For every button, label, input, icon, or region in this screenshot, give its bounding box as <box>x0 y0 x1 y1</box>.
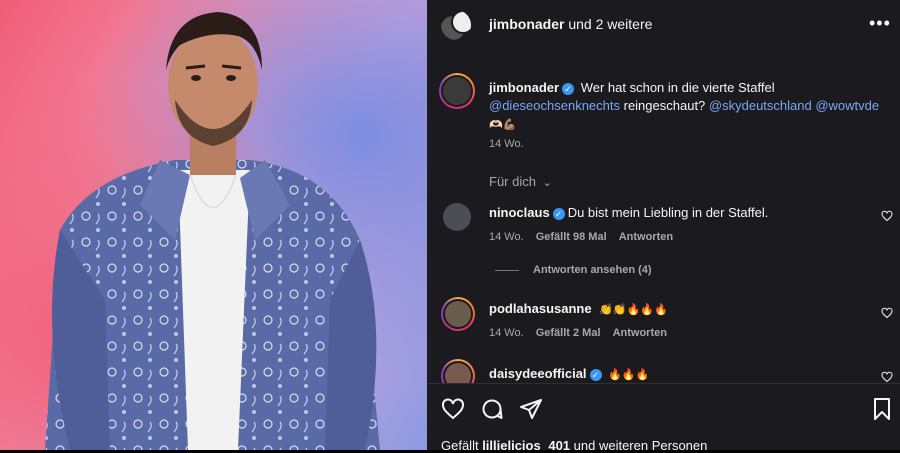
comment-text: 🔥🔥🔥 <box>608 369 650 381</box>
likes-suffix: und weiteren Personen <box>570 438 708 453</box>
post-image[interactable] <box>0 0 427 450</box>
comment-time[interactable]: 14 Wo. <box>489 327 524 339</box>
header-title[interactable]: jimbonader und 2 weitere <box>489 16 652 32</box>
comment-sort-dropdown[interactable]: Für dich ⌄ <box>489 174 552 189</box>
reply-button[interactable]: Antworten <box>613 327 667 339</box>
replies-line <box>495 269 519 271</box>
post-header: jimbonader und 2 weitere ••• <box>427 0 900 48</box>
header-username[interactable]: jimbonader <box>489 16 564 32</box>
likes-summary[interactable]: Gefällt lillielicios 401 und weiteren Pe… <box>441 438 707 453</box>
mention-link[interactable]: @skydeutschland <box>709 98 812 113</box>
comment-likes[interactable]: Gefällt 98 Mal <box>536 231 607 243</box>
caption-avatar[interactable] <box>439 73 475 109</box>
caption-line2: reingeschaut? <box>620 98 709 113</box>
more-horizontal-icon[interactable]: ••• <box>869 14 891 32</box>
comment-meta: 14 Wo. Gefällt 2 Mal Antworten <box>489 327 667 339</box>
verified-badge-icon: ✓ <box>589 368 602 381</box>
caption-username[interactable]: jimbonader <box>489 80 559 95</box>
post-sidebar: jimbonader und 2 weitere ••• jimbonader ✓… <box>427 0 900 453</box>
comment-avatar[interactable] <box>441 297 475 331</box>
comment-body: podlahasusanne 👏👏🔥🔥🔥 <box>489 301 668 316</box>
like-comment-heart-icon[interactable] <box>881 371 893 383</box>
reply-button[interactable]: Antworten <box>619 231 673 243</box>
comment-username[interactable]: ninoclaus <box>489 205 550 220</box>
like-comment-heart-icon[interactable] <box>881 307 893 319</box>
heart-icon[interactable] <box>441 397 465 421</box>
header-collab-text[interactable]: und 2 weitere <box>564 16 652 32</box>
mention-link[interactable]: @dieseochsenknechts <box>489 98 620 113</box>
likes-count[interactable]: 401 <box>548 438 570 453</box>
comment-username[interactable]: podlahasusanne <box>489 301 592 316</box>
comment-body: daisydeeofficial ✓ 🔥🔥🔥 <box>489 366 649 381</box>
comment-likes[interactable]: Gefällt 2 Mal <box>536 327 601 339</box>
share-icon[interactable] <box>519 397 543 421</box>
mention-link[interactable]: @wowtvde <box>812 98 879 113</box>
comment-meta: 14 Wo. Gefällt 98 Mal Antworten <box>489 231 673 243</box>
comment-username[interactable]: daisydeeofficial <box>489 366 587 381</box>
view-replies-label: Antworten ansehen (4) <box>533 264 652 276</box>
collab-avatar[interactable] <box>441 10 471 40</box>
divider <box>427 383 900 384</box>
comment-time[interactable]: 14 Wo. <box>489 231 524 243</box>
like-comment-heart-icon[interactable] <box>881 210 893 222</box>
bookmark-icon[interactable] <box>870 397 894 421</box>
action-bar: Gefällt lillielicios 401 und weiteren Pe… <box>427 383 900 453</box>
comment-avatar[interactable] <box>441 201 473 233</box>
comment-text: Du bist mein Liebling in der Staffel. <box>567 205 769 220</box>
caption-text: jimbonader ✓ Wer hat schon in die vierte … <box>489 79 889 134</box>
likes-prefix: Gefällt <box>441 438 483 453</box>
liker-username[interactable]: lillielicios <box>482 438 541 453</box>
comment-icon[interactable] <box>480 397 504 421</box>
caption-line1: Wer hat schon in die vierte Staffel <box>580 80 775 95</box>
chevron-down-icon: ⌄ <box>542 177 552 189</box>
view-replies-button[interactable]: Antworten ansehen (4) <box>495 264 652 276</box>
caption-time[interactable]: 14 Wo. <box>489 138 524 150</box>
sort-label: Für dich <box>489 174 536 189</box>
person-photo <box>45 12 380 450</box>
comment-body: ninoclaus ✓ Du bist mein Liebling in der S… <box>489 205 768 220</box>
verified-badge-icon: ✓ <box>562 82 575 95</box>
caption-emojis: 🫶🏻💪🏽 <box>489 119 517 131</box>
verified-badge-icon: ✓ <box>552 207 565 220</box>
comment-text: 👏👏🔥🔥🔥 <box>599 304 668 316</box>
